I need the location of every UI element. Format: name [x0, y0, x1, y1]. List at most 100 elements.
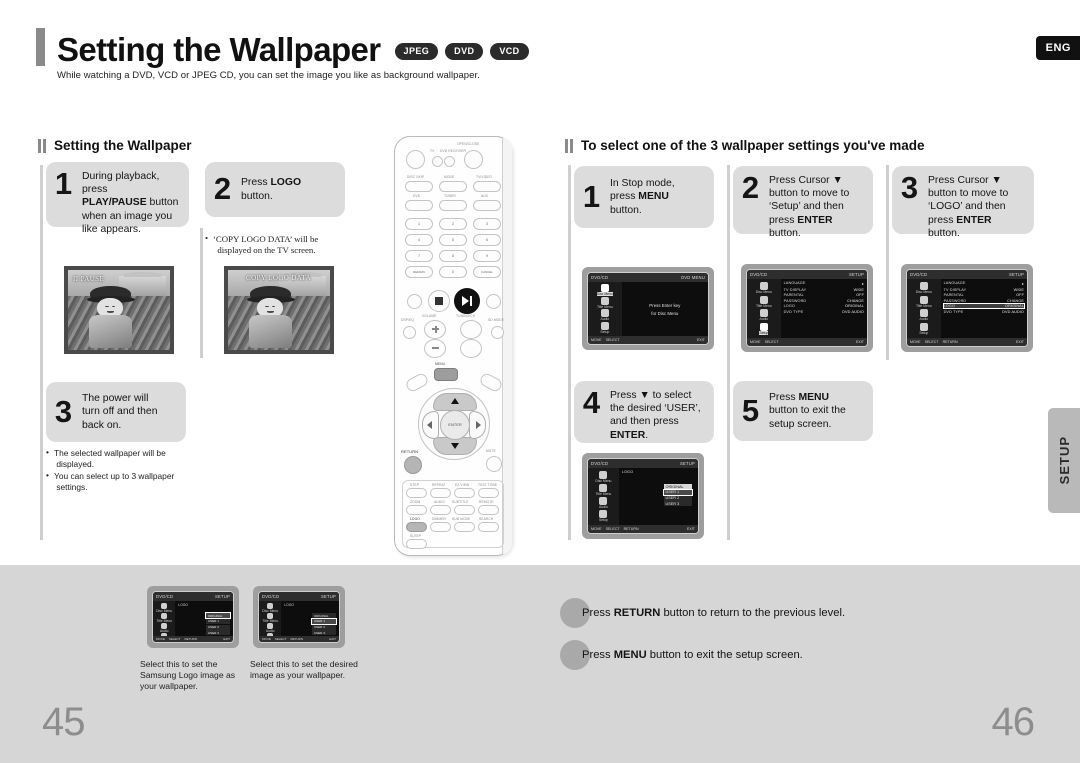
step-right-4: 4 Press ▼ to select the desired ‘USER’, an… [574, 381, 714, 443]
return-button[interactable] [404, 456, 422, 474]
enter-button[interactable]: ENTER [440, 410, 470, 440]
play-pause-icon[interactable] [454, 288, 480, 314]
osd-footer-key: SELECT [764, 340, 779, 344]
menu-button[interactable] [434, 368, 458, 381]
receiver-selector-button[interactable] [444, 156, 455, 167]
thumb-caption-1: Select this to set the Samsung Logo imag… [140, 659, 236, 691]
tuner-label: TUNER [444, 194, 456, 198]
mode-button[interactable] [439, 181, 467, 192]
logo-option-selected[interactable]: ORIGINAL [204, 612, 232, 619]
osd-thumb-original: DVD/CDSETUP Disc Menu Title Menu Audio S… [147, 586, 239, 648]
cancel-button[interactable]: CANCEL [473, 266, 501, 278]
remote-button[interactable] [478, 505, 499, 515]
open-close-button[interactable] [464, 150, 483, 169]
cursor-up-button[interactable] [433, 393, 477, 411]
mute-button[interactable] [486, 456, 502, 472]
right-rule-2 [727, 165, 730, 540]
logo-option[interactable]: ORIGINAL [663, 484, 692, 489]
osd-rail-item[interactable]: Disc Menu [756, 290, 772, 294]
osd-rail-item[interactable]: Setup [759, 331, 769, 336]
key-3[interactable]: 3 [473, 218, 501, 230]
osd-rail-item[interactable]: Setup [600, 330, 609, 334]
stop-icon[interactable] [428, 290, 450, 312]
logo-option[interactable]: USER 2 [311, 624, 336, 630]
key-7[interactable]: 7 [405, 250, 433, 262]
search-button[interactable] [478, 522, 499, 532]
osd-footer-key: MOVE [750, 340, 761, 344]
dimmer-button[interactable] [430, 522, 451, 532]
skip-forward-icon[interactable] [486, 294, 501, 309]
skip-back-icon[interactable] [407, 294, 422, 309]
audio-button[interactable] [430, 505, 451, 515]
tuning-down-button[interactable] [460, 339, 482, 358]
aux-button[interactable] [473, 200, 501, 211]
logo-option[interactable]: USER 2 [205, 624, 230, 630]
tv-video-button[interactable] [473, 181, 501, 192]
cursor-right-button[interactable] [469, 411, 486, 439]
osd-footer-key: MOVE [262, 637, 271, 641]
key-6[interactable]: 6 [473, 234, 501, 246]
osd-footer-key: SELECT [924, 340, 939, 344]
logo-option[interactable]: ORIGINAL [311, 613, 336, 618]
sub-mode-label: SUB MODE [452, 517, 471, 521]
audio-label: AUDIO [434, 500, 445, 504]
key-4[interactable]: 4 [405, 234, 433, 246]
repeat-button[interactable] [430, 488, 451, 498]
volume-up-button[interactable] [424, 320, 446, 339]
remain-button[interactable]: REMAIN [405, 266, 433, 278]
logo-option-selected[interactable]: USER 1 [310, 617, 338, 625]
osd-rail-item[interactable]: Audio [599, 505, 608, 509]
step-text: Press ▼ to select the desired ‘USER’, and … [610, 390, 701, 441]
volume-label: VOLUME [422, 314, 437, 318]
osd-rail-item[interactable]: Setup [919, 331, 928, 335]
osd-rail-item[interactable]: Title Menu [756, 304, 772, 308]
logo-option[interactable]: USER 2 [663, 495, 692, 501]
osd-rail-item[interactable]: Audio [919, 317, 928, 321]
note-item: You can select up to 3 wallpaper setting… [46, 470, 196, 493]
osd-rail-item[interactable]: Audio [600, 317, 609, 321]
sd-mode-button[interactable] [491, 326, 504, 339]
logo-option[interactable]: USER 3 [205, 630, 230, 636]
power-button[interactable] [406, 150, 425, 169]
key-2[interactable]: 2 [439, 218, 467, 230]
ez-view-button[interactable] [454, 488, 475, 498]
sub-mode-button[interactable] [454, 522, 475, 532]
osd-rail-item[interactable]: Disc Menu [916, 290, 932, 294]
osd-rail-item[interactable]: Disc Menu [595, 479, 611, 483]
key-9[interactable]: 9 [473, 250, 501, 262]
osd-rail-item[interactable]: Title Menu [916, 304, 932, 308]
osd-rail-item[interactable]: Setup [599, 518, 608, 522]
osd-rail-item[interactable]: Disc Menu [596, 292, 613, 297]
dsp-eq-mode-button[interactable] [403, 326, 416, 339]
subtitle-button[interactable] [454, 505, 475, 515]
key-8[interactable]: 8 [439, 250, 467, 262]
dvd-button[interactable] [405, 200, 433, 211]
logo-button[interactable] [406, 522, 427, 532]
photo-overlay-text: COPY LOGO DATA [246, 274, 312, 282]
osd-rail-item[interactable]: Title Menu [597, 305, 613, 309]
key-0[interactable]: 0 [439, 266, 467, 278]
tv-video-label: TV/VIDEO [476, 175, 493, 179]
key-5[interactable]: 5 [439, 234, 467, 246]
volume-down-button[interactable] [424, 339, 446, 358]
tuner-button[interactable] [439, 200, 467, 211]
osd-rail-item[interactable]: Title Menu [596, 492, 612, 496]
logo-option[interactable]: USER 1 [205, 618, 230, 624]
key-1[interactable]: 1 [405, 218, 433, 230]
step-button[interactable] [406, 488, 427, 498]
logo-option[interactable]: USER 3 [311, 630, 336, 636]
logo-option[interactable]: USER 3 [663, 501, 692, 507]
tuning-up-button[interactable] [460, 320, 482, 339]
logo-option-selected[interactable]: USER 1 [662, 488, 693, 496]
note-text: Press MENU button to exit the setup scre… [582, 649, 803, 661]
sleep-button[interactable] [406, 539, 427, 549]
step-text: During playback, press PLAY/PAUSE button w… [82, 171, 179, 235]
badge-dvd: DVD [445, 43, 484, 60]
osd-rail-item[interactable]: Audio [759, 317, 768, 321]
zoom-button[interactable] [406, 505, 427, 515]
disc-skip-button[interactable] [405, 181, 433, 192]
page-title: Setting the Wallpaper [57, 31, 381, 68]
tv-selector-button[interactable] [432, 156, 443, 167]
test-tone-button[interactable] [478, 488, 499, 498]
cursor-left-button[interactable] [422, 411, 439, 439]
